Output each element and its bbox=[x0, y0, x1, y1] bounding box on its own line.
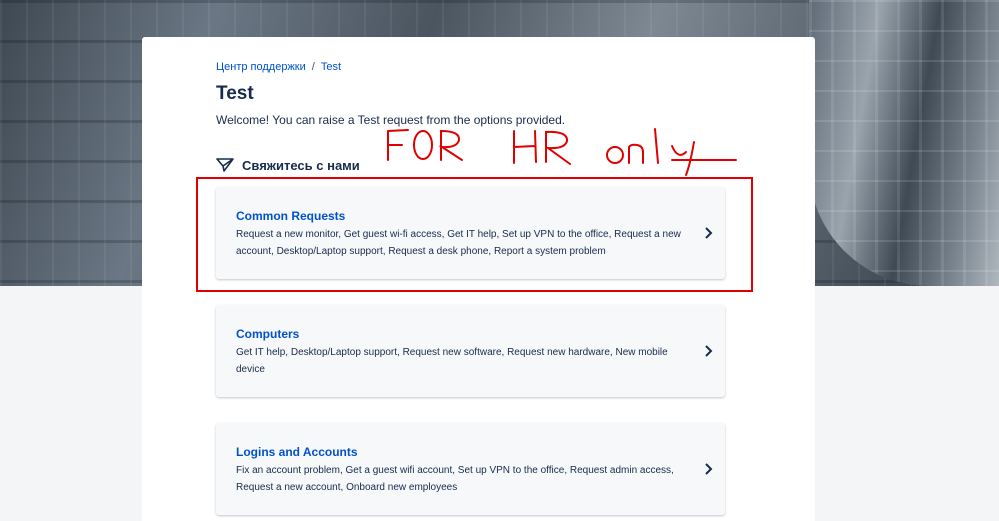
breadcrumb-home-link[interactable]: Центр поддержки bbox=[216, 61, 306, 73]
breadcrumb-current-link[interactable]: Test bbox=[321, 61, 341, 73]
welcome-text: Welcome! You can raise a Test request fr… bbox=[216, 113, 566, 127]
request-description: Request a new monitor, Get guest wi-fi a… bbox=[236, 229, 681, 257]
chevron-right-icon bbox=[703, 344, 713, 358]
request-description: Fix an account problem, Get a guest wifi… bbox=[236, 465, 674, 493]
chevron-right-icon bbox=[703, 462, 713, 476]
breadcrumb: Центр поддержки / Test bbox=[216, 61, 341, 73]
request-type-computers[interactable]: Computers Get IT help, Desktop/Laptop su… bbox=[216, 305, 725, 397]
chevron-right-icon bbox=[703, 226, 713, 240]
request-title: Common Requests bbox=[236, 209, 346, 223]
hero-building-image bbox=[809, 0, 999, 286]
send-icon bbox=[216, 157, 234, 173]
page-title: Test bbox=[216, 83, 254, 104]
request-type-logins-accounts[interactable]: Logins and Accounts Fix an account probl… bbox=[216, 423, 725, 515]
request-title: Logins and Accounts bbox=[236, 445, 358, 459]
contact-us-label: Свяжитесь с нами bbox=[242, 157, 360, 173]
contact-us-heading: Свяжитесь с нами bbox=[216, 157, 360, 173]
breadcrumb-separator: / bbox=[311, 61, 315, 73]
request-title: Computers bbox=[236, 327, 300, 341]
request-description: Get IT help, Desktop/Laptop support, Req… bbox=[236, 347, 668, 375]
request-type-common[interactable]: Common Requests Request a new monitor, G… bbox=[216, 187, 725, 279]
portal-card: Центр поддержки / Test Test Welcome! You… bbox=[142, 37, 815, 521]
